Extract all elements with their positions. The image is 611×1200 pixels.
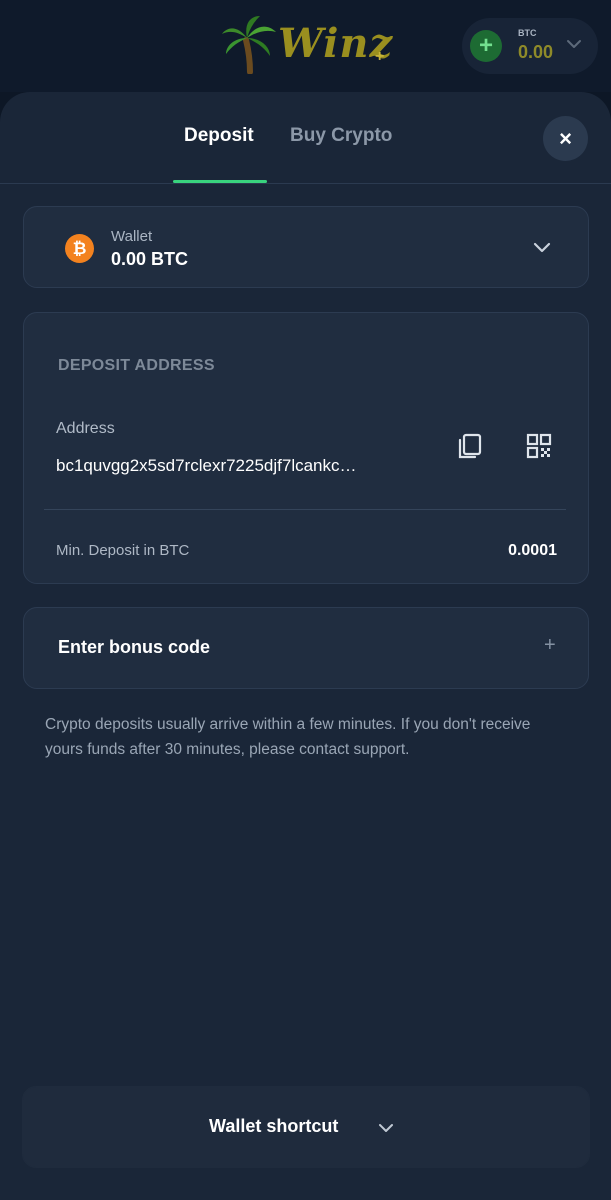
chevron-down-icon <box>533 242 551 253</box>
close-icon: × <box>559 125 572 151</box>
plus-icon: + <box>478 32 493 59</box>
tab-deposit[interactable]: Deposit <box>184 125 254 147</box>
deposit-info-text: Crypto deposits usually arrive within a … <box>45 716 531 758</box>
plus-icon: + <box>544 634 556 656</box>
top-app-bar: Winz + + BTC 0.00 <box>0 0 611 92</box>
wallet-balance: 0.00 BTC <box>111 249 189 269</box>
wallet-selector[interactable]: ₿ Wallet 0.00 BTC <box>23 206 589 288</box>
bitcoin-icon: ₿ <box>65 234 94 263</box>
add-funds-button[interactable]: + <box>470 30 502 62</box>
wallet-shortcut-label: Wallet shortcut <box>209 1116 339 1136</box>
bonus-code-toggle[interactable]: Enter bonus code + <box>23 607 589 689</box>
address-value[interactable]: bc1quvgg2x5sd7rclexr7225djf7lcankc… <box>56 456 421 476</box>
wallet-shortcut-toggle[interactable]: Wallet shortcut <box>22 1086 590 1168</box>
brand-suffix: + <box>375 48 385 65</box>
chevron-down-icon <box>379 1124 393 1132</box>
divider <box>44 509 566 510</box>
close-button[interactable]: × <box>543 116 588 161</box>
palm-tree-icon <box>222 16 276 74</box>
min-deposit-label: Min. Deposit in BTC <box>56 542 190 559</box>
address-label: Address <box>56 420 115 437</box>
deposit-address-card: DEPOSIT ADDRESS Address bc1quvgg2x5sd7rc… <box>23 312 589 584</box>
section-title: DEPOSIT ADDRESS <box>58 357 215 374</box>
bonus-code-label: Enter bonus code <box>58 637 211 657</box>
tab-bar: Deposit Buy Crypto × <box>0 92 611 184</box>
active-tab-indicator <box>173 180 267 183</box>
qr-code-icon[interactable] <box>524 431 554 461</box>
balance-selector[interactable]: + BTC 0.00 <box>462 18 598 74</box>
brand-logo[interactable]: Winz + <box>220 14 395 74</box>
balance-currency: BTC <box>518 28 537 38</box>
min-deposit-value: 0.0001 <box>508 542 557 559</box>
balance-amount: 0.00 <box>518 42 554 62</box>
tab-buy-crypto[interactable]: Buy Crypto <box>290 125 392 147</box>
copy-icon[interactable] <box>455 431 485 461</box>
deposit-modal: Deposit Buy Crypto × ₿ Wallet 0.00 BTC D… <box>0 92 611 1200</box>
chevron-down-icon <box>567 40 581 48</box>
wallet-label: Wallet <box>111 228 153 245</box>
